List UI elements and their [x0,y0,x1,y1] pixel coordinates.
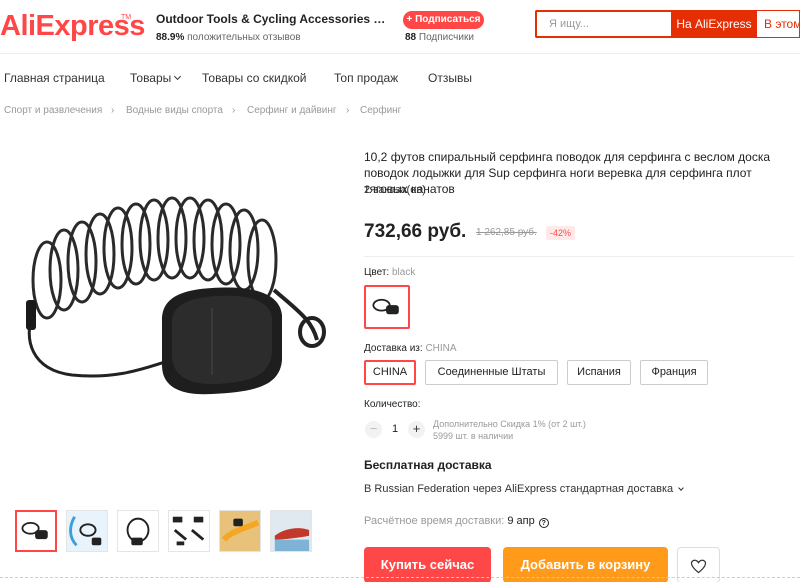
subscribe-button[interactable]: + Подписаться [403,11,484,29]
thumbnail[interactable] [270,510,312,552]
delivery-estimate: Расчётное время доставки: 9 апр? [364,515,549,528]
nav-home[interactable]: Главная страница [4,71,105,85]
ship-option-spain[interactable]: Испания [567,360,631,385]
current-price: 732,66 руб. [364,221,467,242]
color-option-black[interactable] [364,285,410,329]
thumbnail[interactable] [117,510,159,552]
original-price: 1 262,85 руб. [476,227,537,238]
quantity-info: Дополнительно Скидка 1% (от 2 шт.) 5999 … [433,418,586,442]
quantity-increase-button[interactable]: + [408,421,425,438]
nav-sale[interactable]: Товары со скидкой [202,71,306,85]
logo-trademark: TM [121,14,132,21]
store-nav: Главная страница Товары Товары со скидко… [0,64,800,92]
positive-percent: 88.9% [156,32,185,43]
breadcrumb-separator-icon: › [232,105,236,116]
ship-option-china[interactable]: CHINA [364,360,416,385]
breadcrumb-item[interactable]: Спорт и развлечения [4,105,102,116]
color-value: black [391,267,416,278]
search-box [535,10,671,38]
breadcrumb-separator-icon: › [111,105,115,116]
search-input[interactable] [537,12,671,36]
quantity-label: Количество: [364,399,421,410]
thumbnail[interactable] [219,510,261,552]
breadcrumb-separator-icon: › [346,105,350,116]
breadcrumb-item[interactable]: Серфинг и дайвинг [247,105,337,116]
nav-reviews[interactable]: Отзывы [428,71,472,85]
positive-label: положительных отзывов [187,32,301,43]
thumbnail[interactable] [66,510,108,552]
shipping-method-text: В Russian Federation через AliExpress ст… [364,483,674,495]
color-label-text: Цвет: [364,267,390,278]
thumbnail[interactable] [15,510,57,552]
search-aliexpress-button[interactable]: На AliExpress [671,10,757,38]
divider [364,256,794,257]
heart-icon [690,559,707,574]
stock-count: 5999 шт. в наличии [433,431,514,441]
discount-badge: -42% [546,226,576,240]
thumbnail[interactable] [168,510,210,552]
quantity-decrease-button[interactable]: − [365,421,382,438]
store-rating: 88.9% положительных отзывов [156,32,301,43]
help-icon[interactable]: ? [538,518,549,528]
chevron-down-icon [678,485,684,491]
page-bottom-divider [0,577,800,582]
ship-option-usa[interactable]: Соединенные Штаты [425,360,558,385]
search-store-button[interactable]: В этом [757,10,800,38]
delivery-date: 9 апр [507,515,535,527]
subscribers-number: 88 [405,32,417,43]
product-title: 10,2 футов спиральный серфинга поводок д… [364,150,771,196]
nav-top-sellers[interactable]: Топ продаж [334,71,398,85]
color-label: Цвет: black [364,267,415,278]
chevron-down-icon [174,72,182,81]
main-product-image[interactable] [12,170,342,430]
free-shipping-label: Бесплатная доставка [364,458,492,472]
quantity-discount-note: Дополнительно Скидка 1% (от 2 шт.) [433,419,586,429]
ship-option-france[interactable]: Франция [640,360,708,385]
ship-from-label: Доставка из: CHINA [364,343,457,354]
nav-products-label: Товары [130,71,172,85]
header: AliExpress TM Outdoor Tools & Cycling Ac… [0,0,800,54]
subscribers-label: Подписчики [418,32,474,43]
ship-from-label-text: Доставка из: [364,343,423,354]
store-name[interactable]: Outdoor Tools & Cycling Accessories St..… [156,12,386,26]
breadcrumb-item[interactable]: Водные виды спорта [126,105,223,116]
delivery-label: Расчётное время доставки: [364,515,505,527]
breadcrumb-item[interactable]: Серфинг [360,105,401,116]
order-count: 2 заказа(ов) [364,184,426,196]
quantity-input[interactable]: 1 [392,423,398,435]
subscribers-count: 88 Подписчики [405,32,474,43]
shipping-method-selector[interactable]: В Russian Federation через AliExpress ст… [364,483,684,495]
nav-products[interactable]: Товары [130,71,182,85]
ship-from-value: CHINA [425,343,457,354]
